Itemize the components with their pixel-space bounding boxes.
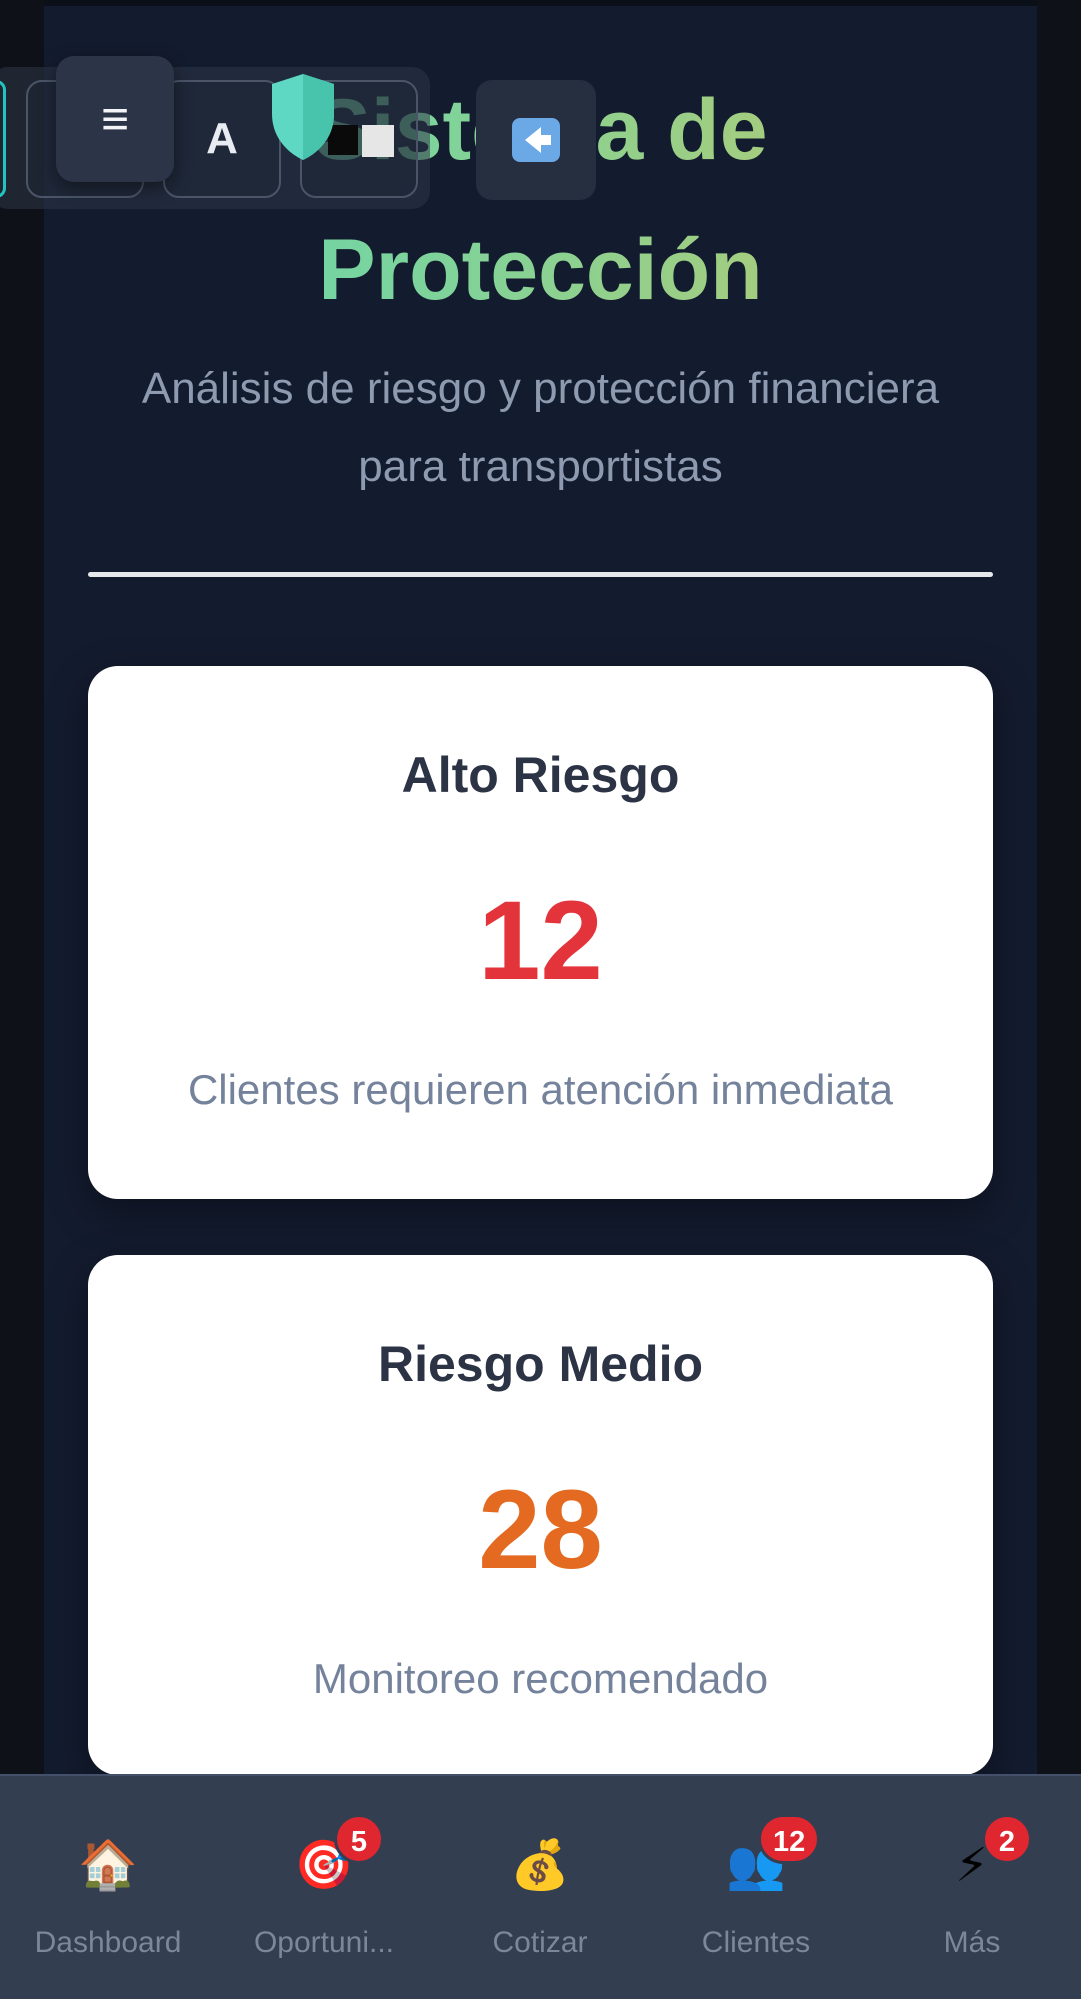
back-arrow-icon xyxy=(512,118,560,162)
back-button[interactable] xyxy=(476,80,596,200)
nav-label-opportunities: Oportuni... xyxy=(253,1926,395,1959)
hamburger-icon: ≡ xyxy=(100,92,129,146)
nav-label-clients: Clientes xyxy=(701,1926,811,1959)
shield-icon xyxy=(272,74,334,160)
clients-badge: 12 xyxy=(758,1814,821,1864)
medium-risk-count: 28 xyxy=(478,1467,603,1592)
money-bag-icon: 💰 xyxy=(510,1839,570,1892)
medium-risk-description: Monitoreo recomendado xyxy=(312,1655,769,1702)
more-badge: 2 xyxy=(982,1814,1032,1864)
header-divider xyxy=(88,572,993,577)
high-risk-description: Clientes requieren atención inmediata xyxy=(187,1066,894,1113)
high-risk-title: Alto Riesgo xyxy=(401,747,680,803)
nav-label-more: Más xyxy=(943,1926,1001,1959)
toolbar-partial-button[interactable] xyxy=(0,80,6,198)
nav-label-dashboard: Dashboard xyxy=(34,1926,182,1959)
house-icon: 🏠 xyxy=(78,1839,138,1892)
nav-item-dashboard[interactable]: 🏠 Dashboard xyxy=(0,1776,216,1999)
bottom-nav: 🏠 Dashboard 🎯 5 Oportuni... 💰 Cotizar 👥 … xyxy=(0,1774,1081,1999)
nav-item-quote[interactable]: 💰 Cotizar xyxy=(432,1776,648,1999)
medium-risk-title: Riesgo Medio xyxy=(377,1336,704,1392)
medium-risk-card[interactable]: Riesgo Medio 28 Monitoreo recomendado xyxy=(88,1255,993,1775)
page-subtitle: Análisis de riesgo y protección financie… xyxy=(141,364,940,491)
nav-item-more[interactable]: ⚡ 2 Más xyxy=(864,1776,1080,1999)
nav-item-clients[interactable]: 👥 12 Clientes xyxy=(648,1776,864,1999)
font-size-button[interactable]: A xyxy=(163,80,281,198)
high-risk-card[interactable]: Alto Riesgo 12 Clientes requieren atenci… xyxy=(88,666,993,1199)
nav-label-quote: Cotizar xyxy=(492,1926,588,1959)
main-content: Sistema de Protección Análisis de riesgo… xyxy=(44,0,1037,1999)
menu-button[interactable]: ≡ xyxy=(56,56,174,182)
font-size-label: A xyxy=(206,114,238,163)
high-risk-count: 12 xyxy=(478,878,603,1003)
nav-item-opportunities[interactable]: 🎯 5 Oportuni... xyxy=(216,1776,432,1999)
app-screen: Sistema de Protección Análisis de riesgo… xyxy=(0,0,1081,1999)
opportunities-badge: 5 xyxy=(334,1814,384,1864)
